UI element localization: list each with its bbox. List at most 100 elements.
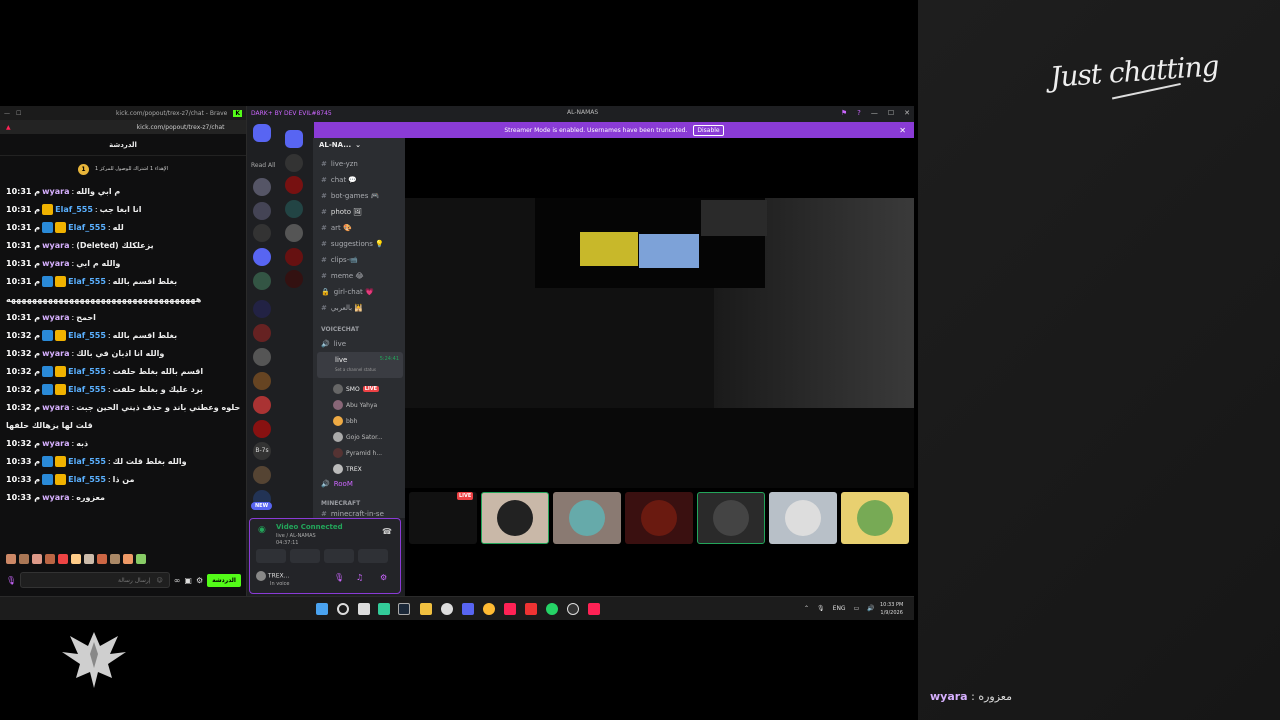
channel-photo[interactable]: # photo 🖼 [321, 208, 362, 216]
send-chat-button[interactable]: الدردشة [207, 573, 241, 587]
inbox-icon[interactable]: ⚑ [841, 109, 847, 117]
channel-suggestions[interactable]: # suggestions 💡 [321, 240, 384, 248]
message-username[interactable]: Elaf_555 [68, 385, 106, 394]
emoji-icon[interactable]: ☺ [156, 577, 162, 584]
participant-tile[interactable] [697, 492, 765, 544]
xbox-icon[interactable] [441, 603, 453, 615]
chat-message[interactable]: 10:31 م wyara: احمح [6, 308, 240, 326]
channel-live-yzn[interactable]: # live-yzn [321, 160, 358, 168]
headphones-icon[interactable]: ♫ [356, 573, 363, 582]
whatsapp-icon[interactable] [546, 603, 558, 615]
settings-icon[interactable]: ⚙ [196, 576, 203, 585]
signal-icon[interactable]: ◉ [258, 525, 266, 535]
disable-button[interactable]: Disable [693, 124, 724, 136]
chat-message[interactable]: 10:31 م wyara: م ابي والله [6, 182, 240, 200]
mic-icon[interactable]: 🎙 [6, 576, 16, 585]
participant-tile[interactable] [625, 492, 693, 544]
server-icon[interactable] [253, 348, 271, 366]
voice-member[interactable]: TREX [333, 464, 362, 474]
brave-icon[interactable] [504, 603, 516, 615]
message-username[interactable]: Elaf_555 [68, 223, 106, 232]
chrome-icon[interactable] [483, 603, 495, 615]
discord-icon[interactable] [462, 603, 474, 615]
chat-message[interactable]: 10:32 م Elaf_555: بغلط اقسم بالله [6, 326, 240, 344]
chat-message[interactable]: 10:31 م Elaf_555: بغلط اقسم بالله [6, 272, 240, 290]
channel-girl-chat[interactable]: 🔒 girl-chat 💗 [321, 288, 374, 296]
disconnect-icon[interactable]: ☎ [382, 527, 392, 536]
chat-message[interactable]: 10:32 م wyara: ذبه [6, 434, 240, 452]
mic-icon[interactable]: 🎙 [817, 605, 825, 612]
participant-tile[interactable] [769, 492, 837, 544]
server-header[interactable]: AL-NA... ⌄ [313, 138, 405, 152]
minimize-icon[interactable]: — [871, 109, 878, 117]
chat-message[interactable]: 10:33 م Elaf_555: من ذا [6, 470, 240, 488]
chat-message[interactable]: 10:33 م Elaf_555: والله بغلط قلت لك [6, 452, 240, 470]
voice-channel-active[interactable]: live 5:24:41 Set a channel status [317, 352, 403, 378]
message-username[interactable]: wyara [42, 241, 69, 250]
channel-art[interactable]: # art 🎨 [321, 224, 352, 232]
message-username[interactable]: wyara [42, 403, 69, 412]
search-icon[interactable] [337, 603, 349, 615]
voice-channel-live[interactable]: 🔊 live [321, 340, 346, 348]
system-clock[interactable]: 10:33 PM 1/9/2026 [880, 601, 903, 617]
help-icon[interactable]: ? [857, 109, 861, 117]
task-view-icon[interactable] [358, 603, 370, 615]
server-icon[interactable] [253, 324, 271, 342]
channel-meme[interactable]: # meme 😂 [321, 272, 364, 280]
brave-icon[interactable] [588, 603, 600, 615]
read-all-button[interactable]: Read All [251, 162, 275, 169]
participant-tile[interactable] [553, 492, 621, 544]
message-username[interactable]: Elaf_555 [68, 331, 106, 340]
participant-tile[interactable] [841, 492, 909, 544]
gift-icon[interactable]: ▣ [184, 576, 192, 585]
volume-icon[interactable]: 🔊 [867, 605, 874, 612]
set-status-link[interactable]: Set a channel status [335, 367, 376, 372]
server-icon[interactable] [253, 202, 271, 220]
server-icon[interactable] [285, 200, 303, 218]
maximize-icon[interactable]: ☐ [888, 109, 894, 117]
voice-member[interactable]: bbh [333, 416, 357, 426]
server-icon[interactable] [253, 272, 271, 290]
participant-tile[interactable]: LIVE [409, 492, 477, 544]
minimize-icon[interactable]: — [4, 110, 10, 117]
server-icon[interactable] [253, 466, 271, 484]
chat-message[interactable]: قلت لها يزهالك حلفها [6, 416, 240, 434]
channel-arabic[interactable]: # بالعربي 🕌 [321, 304, 363, 312]
voice-member[interactable]: SMO LIVE [333, 384, 380, 394]
channel-chat[interactable]: # chat 💬 [321, 176, 357, 184]
category-voicechat[interactable]: VOICECHAT [321, 326, 359, 333]
message-username[interactable]: wyara [42, 187, 69, 196]
address-text[interactable]: kick.com/popout/trex-z7/chat [137, 124, 225, 131]
network-icon[interactable]: ▭ [854, 605, 860, 612]
server-icon[interactable] [285, 130, 303, 148]
message-username[interactable]: wyara [42, 439, 69, 448]
message-username[interactable]: wyara [42, 493, 69, 502]
user-panel[interactable]: TREX... In voice [256, 571, 289, 587]
infinity-icon[interactable]: ∞ [174, 576, 181, 585]
message-username[interactable]: Elaf_555 [68, 277, 106, 286]
chat-message[interactable]: ههههههههههههههههههههههههههههههههههههه [6, 290, 240, 308]
soundboard-button[interactable] [358, 549, 388, 563]
chat-message[interactable]: 10:31 م Elaf_555: انا ابغا جب [6, 200, 240, 218]
address-bar[interactable]: ▲ kick.com/popout/trex-z7/chat [0, 120, 246, 134]
close-icon[interactable]: ✕ [899, 126, 906, 135]
media-app-icon[interactable] [525, 603, 537, 615]
server-icon[interactable]: B-7s [253, 442, 271, 460]
message-username[interactable]: wyara [42, 349, 69, 358]
server-icon[interactable] [253, 396, 271, 414]
channel-clips[interactable]: # clips-📹 [321, 256, 358, 264]
server-icon[interactable] [285, 248, 303, 266]
chat-message[interactable]: 10:32 م Elaf_555: اقسم بالله بغلط حلفت [6, 362, 240, 380]
voice-member[interactable]: Pyramid h... [333, 448, 382, 458]
channel-bot-games[interactable]: # bot-games 🎮 [321, 192, 379, 200]
obs-icon[interactable] [567, 603, 579, 615]
folder-icon[interactable] [420, 603, 432, 615]
server-icon[interactable] [253, 372, 271, 390]
stream-view[interactable]: LIVE [405, 138, 914, 596]
windows-start-icon[interactable] [316, 603, 328, 615]
chat-message[interactable]: 10:33 م wyara: معزوره [6, 488, 240, 506]
server-icon[interactable] [253, 300, 271, 318]
server-icon[interactable] [285, 176, 303, 194]
voice-channel-room[interactable]: 🔊 RooM [321, 480, 353, 488]
chat-input[interactable]: إرسال رسالة ☺ [20, 572, 170, 588]
